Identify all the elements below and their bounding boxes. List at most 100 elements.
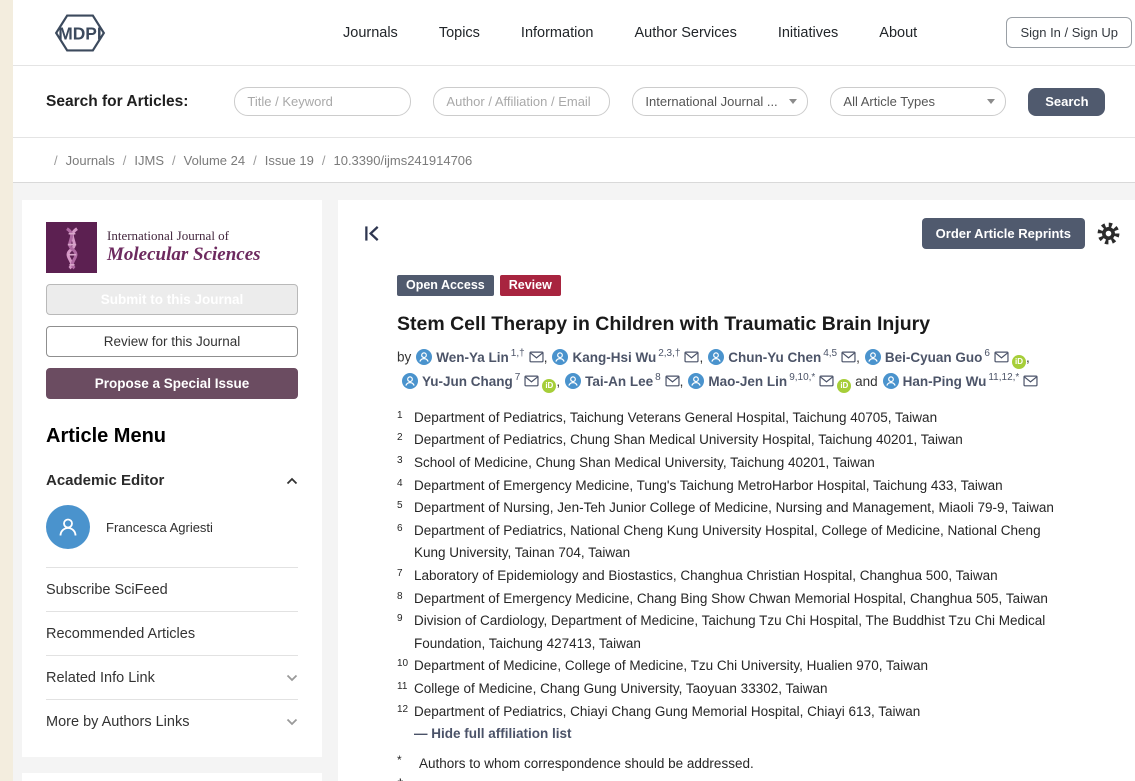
main-nav: Journals Topics Information Author Services… — [343, 25, 917, 41]
email-icon[interactable] — [1023, 375, 1038, 387]
affiliation-text: Department of Emergency Medicine, Tung's… — [414, 475, 1003, 498]
sidebar-link-label: More by Authors Links — [46, 714, 189, 730]
affiliation-row: 5 Department of Nursing, Jen-Teh Junior … — [397, 497, 1069, 520]
affiliation-row: 8 Department of Emergency Medicine, Chan… — [397, 588, 1069, 611]
orcid-icon[interactable]: iD — [837, 379, 851, 393]
author-superscript: 9,10,* — [789, 372, 815, 383]
author: Bei-Cyuan Guo6iD, — [860, 350, 1030, 365]
author-superscript: 1,† — [511, 348, 525, 359]
affiliation-row: 12 Department of Pediatrics, Chiayi Chan… — [397, 701, 1069, 724]
sidebar-link[interactable]: Recommended Articles — [46, 611, 298, 655]
email-icon[interactable] — [684, 351, 699, 363]
author-superscript: 6 — [984, 348, 990, 359]
affiliation-number: 7 — [397, 565, 414, 588]
breadcrumb-item[interactable]: Volume 24 — [164, 153, 245, 168]
nav-link[interactable]: Topics — [439, 25, 480, 41]
academic-editor-toggle[interactable]: Academic Editor — [46, 472, 298, 489]
sidebar-link-label: Recommended Articles — [46, 626, 195, 642]
affiliation-text: College of Medicine, Chang Gung Universi… — [414, 678, 828, 701]
orcid-icon[interactable]: iD — [1012, 355, 1026, 369]
article-menu-title: Article Menu — [46, 425, 298, 448]
gear-icon[interactable] — [1096, 221, 1121, 246]
author: Kang-Hsi Wu2,3,†, — [547, 350, 703, 365]
affiliation-text: Department of Medicine, College of Medic… — [414, 655, 928, 678]
sign-in-button[interactable]: Sign In / Sign Up — [1006, 17, 1132, 48]
breadcrumb-item[interactable]: 10.3390/ijms241914706 — [314, 153, 472, 168]
note-text: These authors contributed equally to thi… — [419, 775, 698, 781]
affiliation-number: 9 — [397, 610, 414, 655]
email-icon[interactable] — [819, 375, 834, 387]
article-type-select-value: All Article Types — [843, 94, 935, 109]
sidebar-link[interactable]: Subscribe SciFeed — [46, 567, 298, 611]
hide-affiliation-list-link[interactable]: — Hide full affiliation list — [414, 723, 1069, 746]
author: Tai-An Lee8, — [560, 374, 683, 389]
sidebar-link[interactable]: Related Info Link — [46, 655, 298, 699]
author-name[interactable]: Chun-Yu Chen — [728, 350, 821, 365]
search-button[interactable]: Search — [1028, 88, 1105, 116]
affiliation-number: 4 — [397, 475, 414, 498]
authors-block: byWen-Ya Lin1,†,Kang-Hsi Wu2,3,†,Chun-Yu… — [397, 345, 1069, 394]
sidebar-secondary-card — [22, 773, 322, 781]
person-icon — [55, 514, 81, 540]
email-icon[interactable] — [994, 351, 1009, 363]
review-for-journal-button[interactable]: Review for this Journal — [46, 326, 298, 357]
chevron-down-icon — [286, 718, 298, 726]
collapse-sidebar-icon[interactable] — [363, 225, 382, 242]
journal-title-line1: International Journal of — [107, 229, 261, 244]
academic-editor-person[interactable]: Francesca Agriesti — [46, 505, 298, 549]
affiliation-number: 3 — [397, 452, 414, 475]
title-keyword-input[interactable] — [234, 87, 411, 116]
author-name[interactable]: Wen-Ya Lin — [436, 350, 509, 365]
author: Han-Ping Wu11,12,* — [878, 374, 1039, 389]
left-edge-strip — [0, 0, 13, 781]
nav-link[interactable]: About — [879, 25, 917, 41]
author-person-icon — [565, 373, 581, 389]
chevron-up-icon — [286, 477, 298, 485]
journal-title-line2: Molecular Sciences — [107, 244, 261, 266]
journal-select-value: International Journal ... — [645, 94, 777, 109]
email-icon[interactable] — [665, 375, 680, 387]
mdpi-logo[interactable]: MDPI — [45, 11, 115, 55]
author-name[interactable]: Yu-Jun Chang — [422, 374, 513, 389]
article-menu-card: International Journal of Molecular Scien… — [22, 200, 322, 757]
affiliation-row: 3 School of Medicine, Chung Shan Medical… — [397, 452, 1069, 475]
propose-special-issue-button[interactable]: Propose a Special Issue — [46, 368, 298, 399]
author-superscript: 2,3,† — [658, 348, 680, 359]
nav-link[interactable]: Information — [521, 25, 594, 41]
nav-link[interactable]: Author Services — [634, 25, 736, 41]
author-separator: and — [851, 374, 877, 389]
breadcrumb-item[interactable]: IJMS — [115, 153, 164, 168]
author-person-icon — [552, 349, 568, 365]
journal-brand[interactable]: International Journal of Molecular Scien… — [46, 222, 298, 273]
author-name[interactable]: Bei-Cyuan Guo — [885, 350, 983, 365]
author-name[interactable]: Kang-Hsi Wu — [572, 350, 656, 365]
submit-to-journal-button[interactable]: Submit to this Journal — [46, 284, 298, 315]
order-reprints-button[interactable]: Order Article Reprints — [922, 218, 1085, 249]
author-list: Wen-Ya Lin1,†,Kang-Hsi Wu2,3,†,Chun-Yu C… — [397, 350, 1038, 389]
email-icon[interactable] — [529, 351, 544, 363]
affiliation-row: 7 Laboratory of Epidemiology and Biostas… — [397, 565, 1069, 588]
author-name[interactable]: Tai-An Lee — [585, 374, 653, 389]
email-icon[interactable] — [524, 375, 539, 387]
author-name[interactable]: Han-Ping Wu — [903, 374, 987, 389]
nav-link[interactable]: Initiatives — [778, 25, 838, 41]
author: Yu-Jun Chang7iD, — [397, 374, 560, 389]
affiliation-row: 10 Department of Medicine, College of Me… — [397, 655, 1069, 678]
breadcrumb-item[interactable]: Journals — [46, 153, 115, 168]
orcid-icon[interactable]: iD — [542, 379, 556, 393]
dna-helix-icon — [51, 226, 93, 270]
author-affiliation-input[interactable] — [433, 87, 610, 116]
nav-link[interactable]: Journals — [343, 25, 398, 41]
breadcrumb-item[interactable]: Issue 19 — [245, 153, 314, 168]
author-name[interactable]: Mao-Jen Lin — [708, 374, 787, 389]
affiliation-number: 6 — [397, 520, 414, 565]
note-text: Authors to whom correspondence should be… — [419, 752, 754, 775]
sidebar-link-label: Subscribe SciFeed — [46, 582, 168, 598]
sidebar-link[interactable]: More by Authors Links — [46, 699, 298, 743]
affiliation-number: 11 — [397, 678, 414, 701]
article-type-select[interactable]: All Article Types — [830, 87, 1006, 116]
email-icon[interactable] — [841, 351, 856, 363]
journal-select[interactable]: International Journal ... — [632, 87, 808, 116]
author-person-icon — [883, 373, 899, 389]
article-body: Open Access Review Stem Cell Therapy in … — [338, 275, 1135, 781]
